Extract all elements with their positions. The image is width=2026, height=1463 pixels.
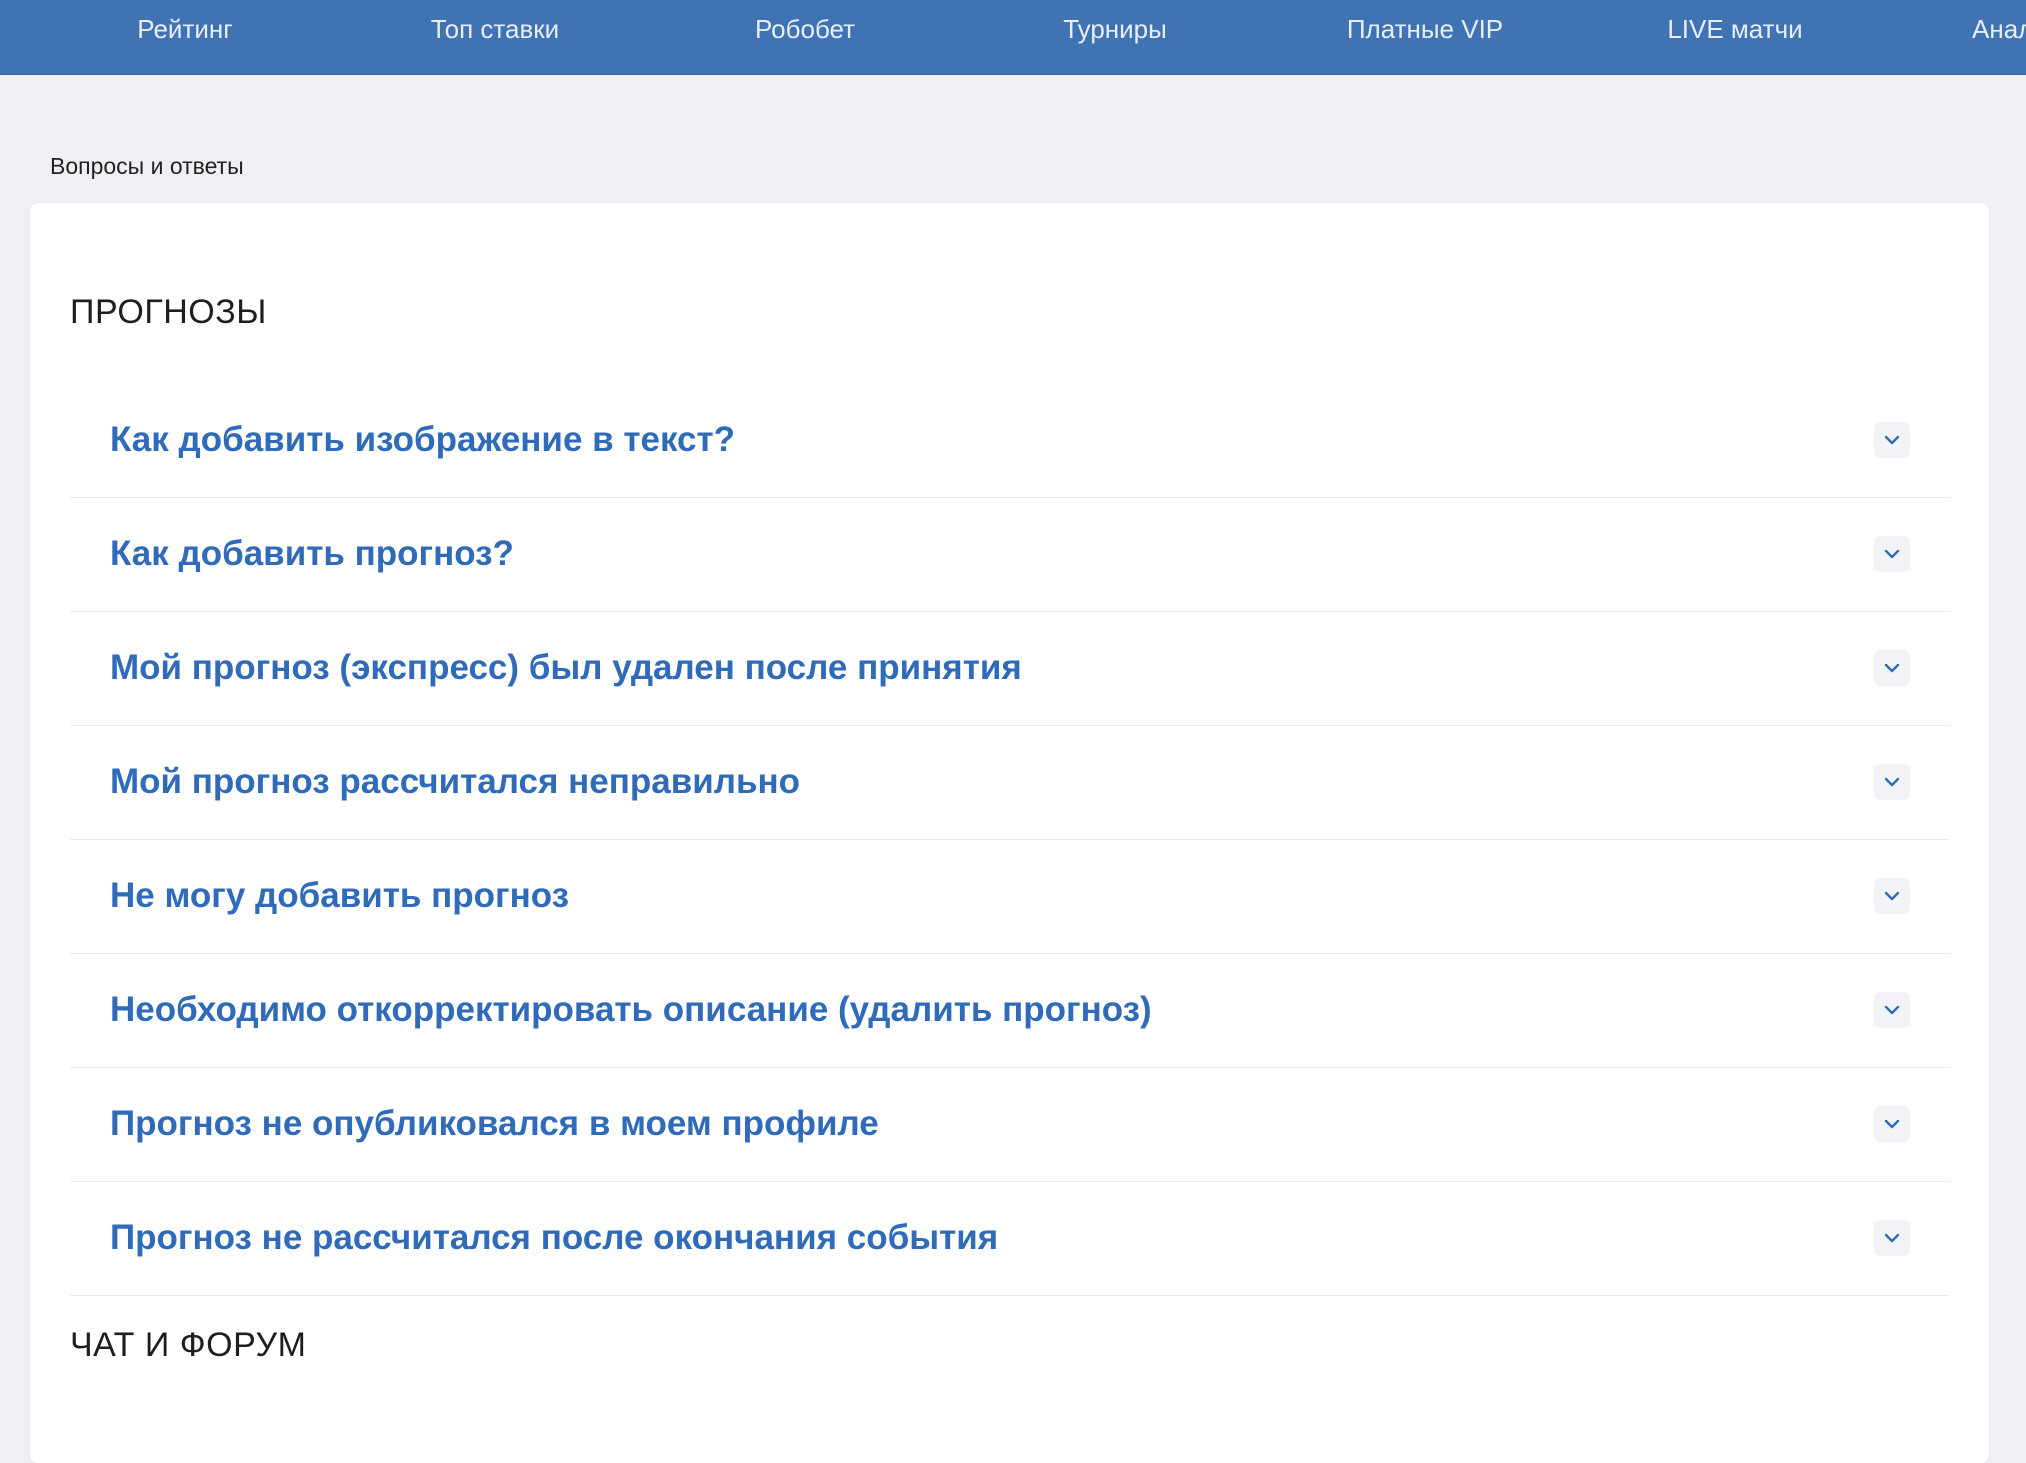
nav-item-robobet[interactable]: Робобет (655, 0, 955, 58)
nav-item-tournaments[interactable]: Турниры (965, 0, 1265, 58)
faq-item[interactable]: Мой прогноз (экспресс) был удален после … (70, 611, 1950, 726)
faq-item[interactable]: Прогноз не опубликовался в моем профиле (70, 1067, 1950, 1182)
faq-question[interactable]: Мой прогноз (экспресс) был удален после … (110, 611, 1022, 725)
nav-item-paid-vip[interactable]: Платные VIP (1275, 0, 1575, 58)
faq-question[interactable]: Прогноз не опубликовался в моем профиле (110, 1067, 879, 1181)
chevron-down-icon[interactable] (1874, 536, 1910, 572)
faq-question[interactable]: Как добавить изображение в текст? (110, 383, 735, 497)
section-title-chat-forum: ЧАТ И ФОРУМ (70, 1326, 307, 1364)
faq-card: ПРОГНОЗЫ Как добавить изображение в текс… (30, 203, 1989, 1463)
faq-item[interactable]: Необходимо откорректировать описание (уд… (70, 953, 1950, 1068)
faq-item[interactable]: Как добавить прогноз? (70, 497, 1950, 612)
faq-question[interactable]: Как добавить прогноз? (110, 497, 514, 611)
faq-item[interactable]: Как добавить изображение в текст? (70, 383, 1950, 498)
faq-item[interactable]: Прогноз не рассчитался после окончания с… (70, 1181, 1950, 1296)
breadcrumb: Вопросы и ответы (50, 153, 244, 179)
faq-question[interactable]: Необходимо откорректировать описание (уд… (110, 953, 1152, 1067)
faq-item[interactable]: Не могу добавить прогноз (70, 839, 1950, 954)
chevron-down-icon[interactable] (1874, 650, 1910, 686)
nav-item-top-bets[interactable]: Топ ставки (345, 0, 645, 58)
chevron-down-icon[interactable] (1874, 764, 1910, 800)
chevron-down-icon[interactable] (1874, 422, 1910, 458)
faq-question[interactable]: Мой прогноз рассчитался неправильно (110, 725, 800, 839)
chevron-down-icon[interactable] (1874, 878, 1910, 914)
faq-question[interactable]: Прогноз не рассчитался после окончания с… (110, 1181, 998, 1295)
nav-item-analytics[interactable]: Анал (1972, 0, 2026, 58)
top-navigation: Рейтинг Топ ставки Робобет Турниры Платн… (0, 0, 2026, 75)
nav-item-rating[interactable]: Рейтинг (35, 0, 335, 58)
chevron-down-icon[interactable] (1874, 992, 1910, 1028)
nav-item-live-matches[interactable]: LIVE матчи (1585, 0, 1885, 58)
chevron-down-icon[interactable] (1874, 1106, 1910, 1142)
faq-item[interactable]: Мой прогноз рассчитался неправильно (70, 725, 1950, 840)
chevron-down-icon[interactable] (1874, 1220, 1910, 1256)
faq-question[interactable]: Не могу добавить прогноз (110, 839, 569, 953)
section-title-predictions: ПРОГНОЗЫ (70, 293, 267, 331)
